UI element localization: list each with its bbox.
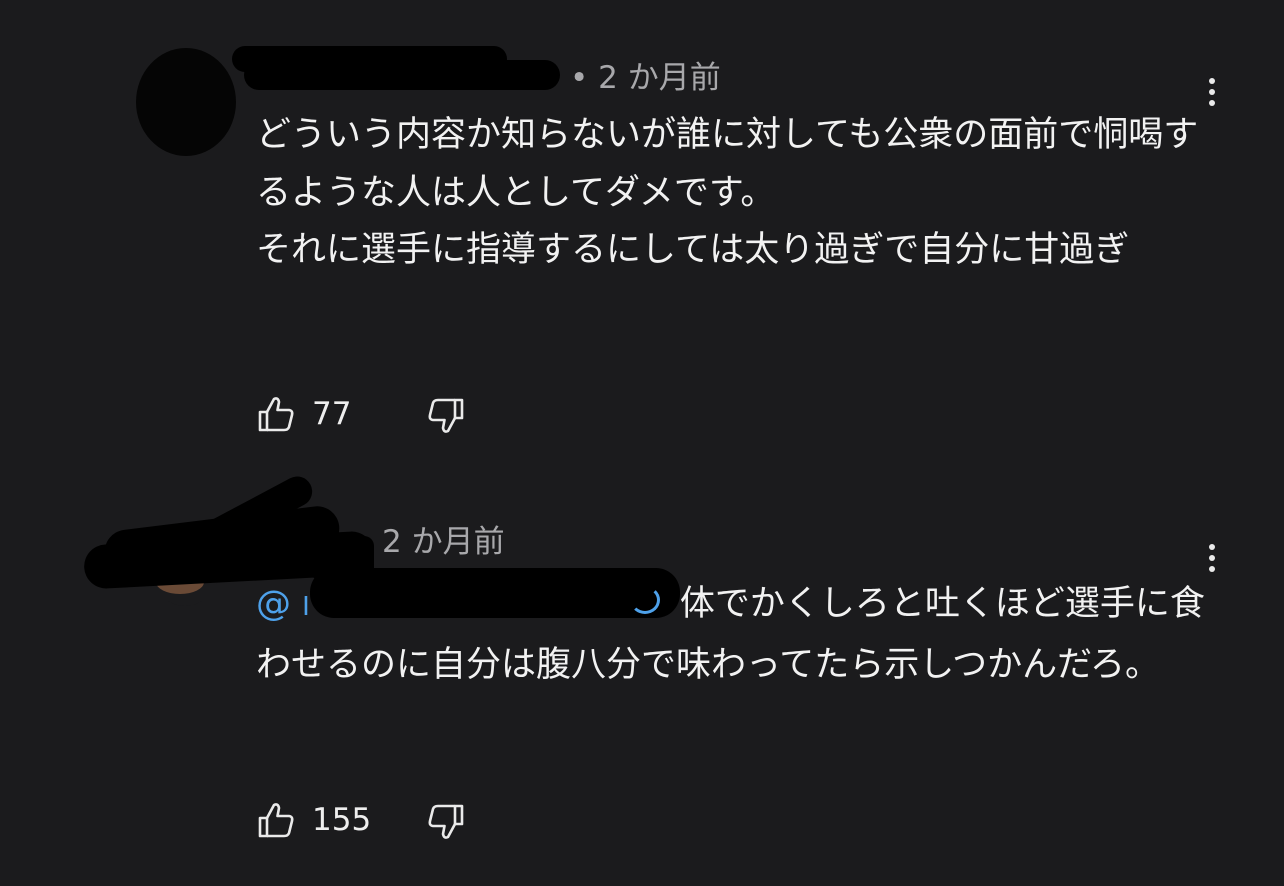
comment-2: 2 か月前 @ I 体でかくしろと吐くほど選手に食わせるのに自分は腹八分で味わって… — [0, 460, 1284, 886]
redacted-username — [244, 60, 560, 90]
like-count: 77 — [312, 396, 352, 432]
more-options-button[interactable] — [1197, 534, 1227, 582]
like-count: 155 — [312, 802, 372, 838]
thumbs-down-icon — [428, 804, 464, 839]
more-vert-icon — [1209, 544, 1215, 550]
comment-text: どういう内容か知らないが誰に対しても公衆の面前で恫喝するような人は人としてダメで… — [256, 115, 1199, 270]
dislike-button[interactable] — [426, 396, 466, 436]
avatar[interactable] — [136, 48, 236, 156]
thumbs-down-icon — [428, 398, 464, 433]
comment-time: • 2 か月前 — [570, 60, 721, 96]
thumbs-up-icon — [258, 397, 294, 432]
redacted-mention — [310, 568, 680, 618]
comment-time: 2 か月前 — [382, 524, 505, 560]
comment-1: • 2 か月前 どういう内容か知らないが誰に対しても公衆の面前で恫喝するような人… — [0, 0, 1284, 460]
dislike-button[interactable] — [426, 802, 466, 842]
mention-ring — [630, 586, 660, 614]
like-button[interactable]: 77 — [256, 394, 351, 434]
more-vert-icon — [1209, 78, 1215, 84]
thumbs-up-icon — [258, 803, 294, 838]
like-button[interactable]: 155 — [256, 800, 371, 840]
